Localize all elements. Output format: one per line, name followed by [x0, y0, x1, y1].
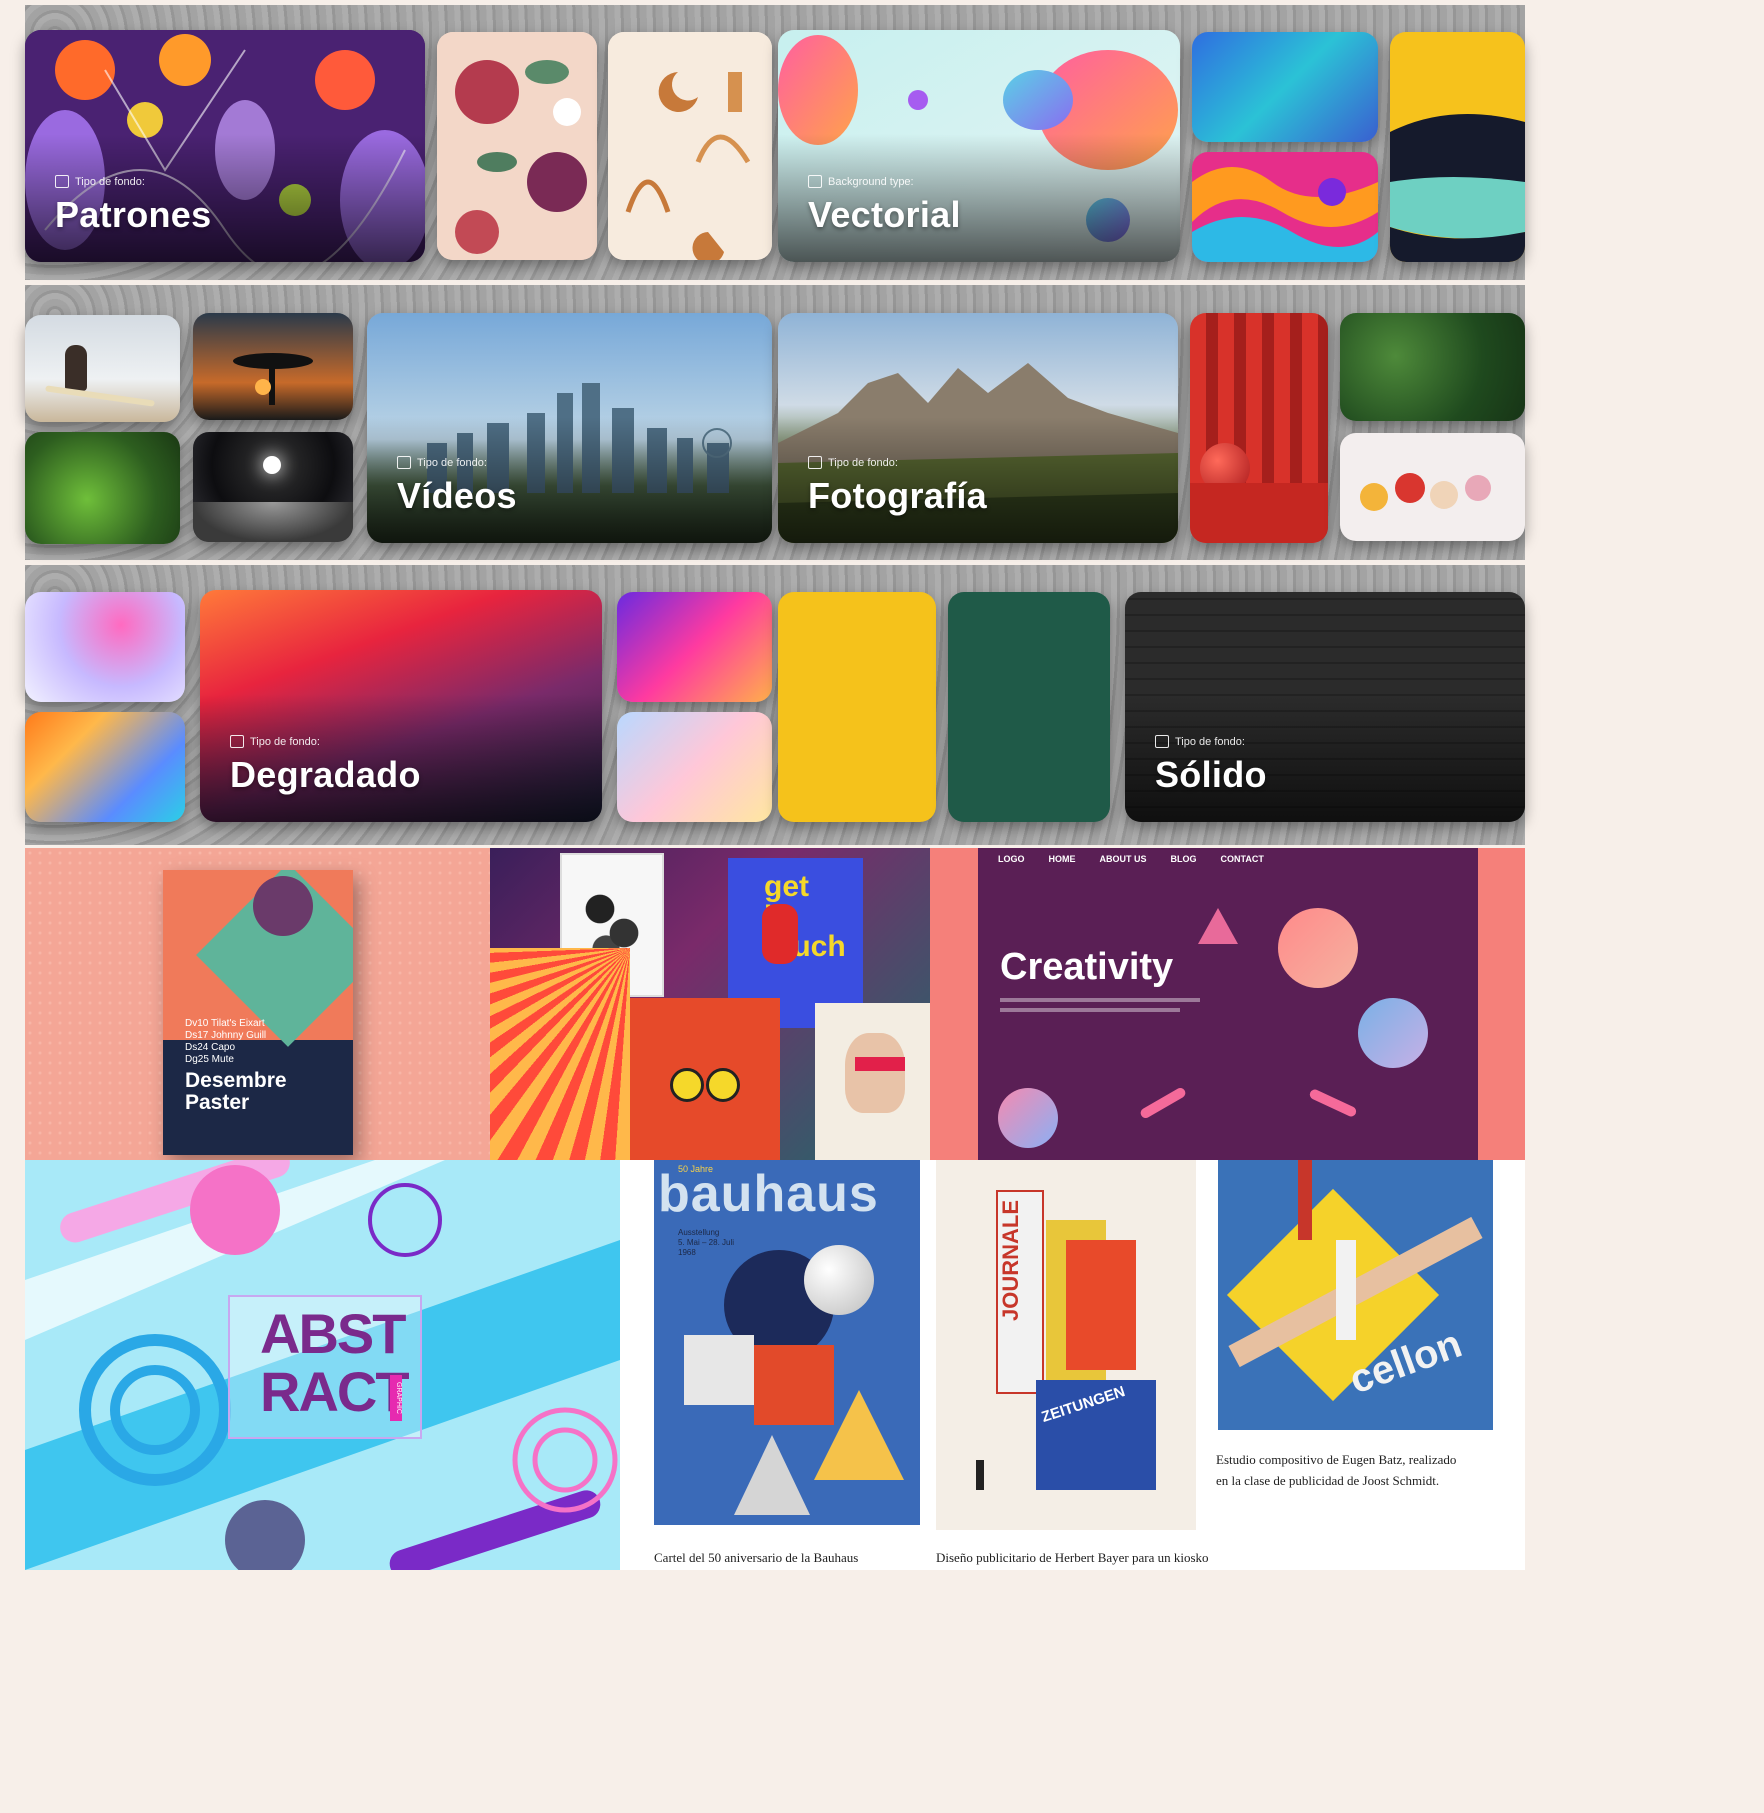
solido-title: Sólido	[1155, 754, 1267, 795]
solid-green-card[interactable]	[948, 592, 1110, 822]
red-stripes-photo-card[interactable]	[1190, 313, 1328, 543]
fotografia-title: Fotografía	[808, 475, 987, 516]
wavy-vector-art	[1390, 32, 1525, 262]
boho-pattern-card[interactable]	[608, 32, 772, 260]
paster-title: Paster	[185, 1091, 250, 1114]
fotografia-label: Tipo de fondo: Fotografía	[808, 456, 987, 516]
layers-icon	[230, 735, 244, 748]
collage-panel[interactable]: get in touch	[490, 848, 930, 1160]
degradado-title: Degradado	[230, 754, 421, 795]
desembre-poster-panel[interactable]: Dv10 Tilat's Eixart Ds17 Johnny Guill Ds…	[25, 848, 490, 1160]
sunburst-poster	[490, 948, 630, 1160]
abstract-line-1: ABST	[260, 1302, 406, 1365]
journale-text: JOURNALE	[998, 1200, 1023, 1322]
psychedelic-art	[1192, 152, 1378, 262]
bauhaus-poster: 50 Jahre bauhaus Ausstellung 5. Mai – 28…	[654, 1160, 920, 1525]
layers-icon	[1155, 735, 1169, 748]
videos-label: Tipo de fondo: Vídeos	[397, 456, 517, 516]
desembre-title: Desembre	[185, 1069, 287, 1092]
patrones-label: Tipo de fondo: Patrones	[55, 175, 212, 235]
acacia-sunset-thumb[interactable]	[193, 313, 353, 420]
wavy-vector-card[interactable]	[1390, 32, 1525, 262]
contact-nav[interactable]: CONTACT	[1221, 854, 1264, 864]
bayer-caption: Diseño publicitario de Herbert Bayer par…	[936, 1550, 1209, 1565]
vectorial-label: Background type: Vectorial	[808, 175, 961, 235]
cellon-study: cellon	[1218, 1160, 1493, 1430]
bauhaus-panel[interactable]: 50 Jahre bauhaus Ausstellung 5. Mai – 28…	[620, 1160, 1525, 1570]
telephone-icon	[762, 904, 798, 964]
layers-icon	[808, 175, 822, 188]
leaves-photo-card[interactable]	[1340, 313, 1525, 421]
solido-card[interactable]: Tipo de fondo: Sólido	[1125, 592, 1525, 822]
creativity-landing-page: LOGO HOME ABOUT US BLOG CONTACT Creativi…	[978, 848, 1478, 1160]
blue-watercolor-card[interactable]	[1192, 32, 1378, 142]
geometric-face-poster	[815, 1003, 930, 1160]
creativity-headline: Creativity	[1000, 946, 1174, 988]
blog-nav[interactable]: BLOG	[1171, 854, 1197, 864]
logo-nav[interactable]: LOGO	[998, 854, 1025, 864]
patrones-title: Patrones	[55, 194, 212, 235]
bauhaus-caption: Cartel del 50 aniversario de la Bauhaus	[654, 1550, 859, 1565]
landing-nav: LOGO HOME ABOUT US BLOG CONTACT	[998, 854, 1264, 864]
bauhaus-title: bauhaus	[658, 1165, 879, 1223]
gradient-thumb-1[interactable]	[25, 592, 185, 702]
macarons-photo-card[interactable]	[1340, 433, 1525, 541]
layers-icon	[55, 175, 69, 188]
abstract-title-box: ABST RACT GRAPHIC	[228, 1295, 422, 1439]
videos-title: Vídeos	[397, 475, 517, 516]
moon-clouds-thumb[interactable]	[193, 432, 353, 542]
degradado-card[interactable]: Tipo de fondo: Degradado	[200, 590, 602, 822]
vectorial-title: Vectorial	[808, 194, 961, 235]
desembre-poster: Dv10 Tilat's Eixart Ds17 Johnny Guill Ds…	[163, 870, 353, 1155]
gradient-thumb-3[interactable]	[617, 592, 772, 702]
boho-pattern-art	[608, 32, 772, 260]
binocular-man-poster	[630, 998, 780, 1160]
graphic-tag: GRAPHIC	[390, 1375, 402, 1421]
layers-icon	[808, 456, 822, 469]
plant-video-thumb[interactable]	[25, 432, 180, 544]
kiosk-design: JOURNALE ZEITUNGEN	[936, 1160, 1196, 1530]
patrones-card[interactable]: Tipo de fondo: Patrones	[25, 30, 425, 262]
videos-card[interactable]: Tipo de fondo: Vídeos	[367, 313, 772, 543]
about-nav[interactable]: ABOUT US	[1100, 854, 1147, 864]
batz-caption-line-1: Estudio compositivo de Eugen Batz, reali…	[1216, 1452, 1457, 1467]
solido-label: Tipo de fondo: Sólido	[1155, 735, 1267, 795]
abstract-line-2: RACT	[260, 1360, 410, 1423]
solid-yellow-card[interactable]	[778, 592, 936, 822]
surfer-video-thumb[interactable]	[25, 315, 180, 422]
gradient-thumb-4[interactable]	[617, 712, 772, 822]
creativity-landing-panel[interactable]: LOGO HOME ABOUT US BLOG CONTACT Creativi…	[930, 848, 1525, 1160]
gradient-thumb-2[interactable]	[25, 712, 185, 822]
home-nav[interactable]: HOME	[1049, 854, 1076, 864]
batz-caption-line-2: en la clase de publicidad de Joost Schmi…	[1216, 1473, 1440, 1488]
roses-pattern-art	[437, 32, 597, 260]
psychedelic-card[interactable]	[1192, 152, 1378, 262]
roses-pattern-card[interactable]	[437, 32, 597, 260]
vectorial-card[interactable]: Background type: Vectorial	[778, 30, 1180, 262]
degradado-label: Tipo de fondo: Degradado	[230, 735, 421, 795]
layers-icon	[397, 456, 411, 469]
abstract-graphic-panel[interactable]: ABST RACT GRAPHIC	[25, 1160, 620, 1570]
fotografia-card[interactable]: Tipo de fondo: Fotografía	[778, 313, 1178, 543]
